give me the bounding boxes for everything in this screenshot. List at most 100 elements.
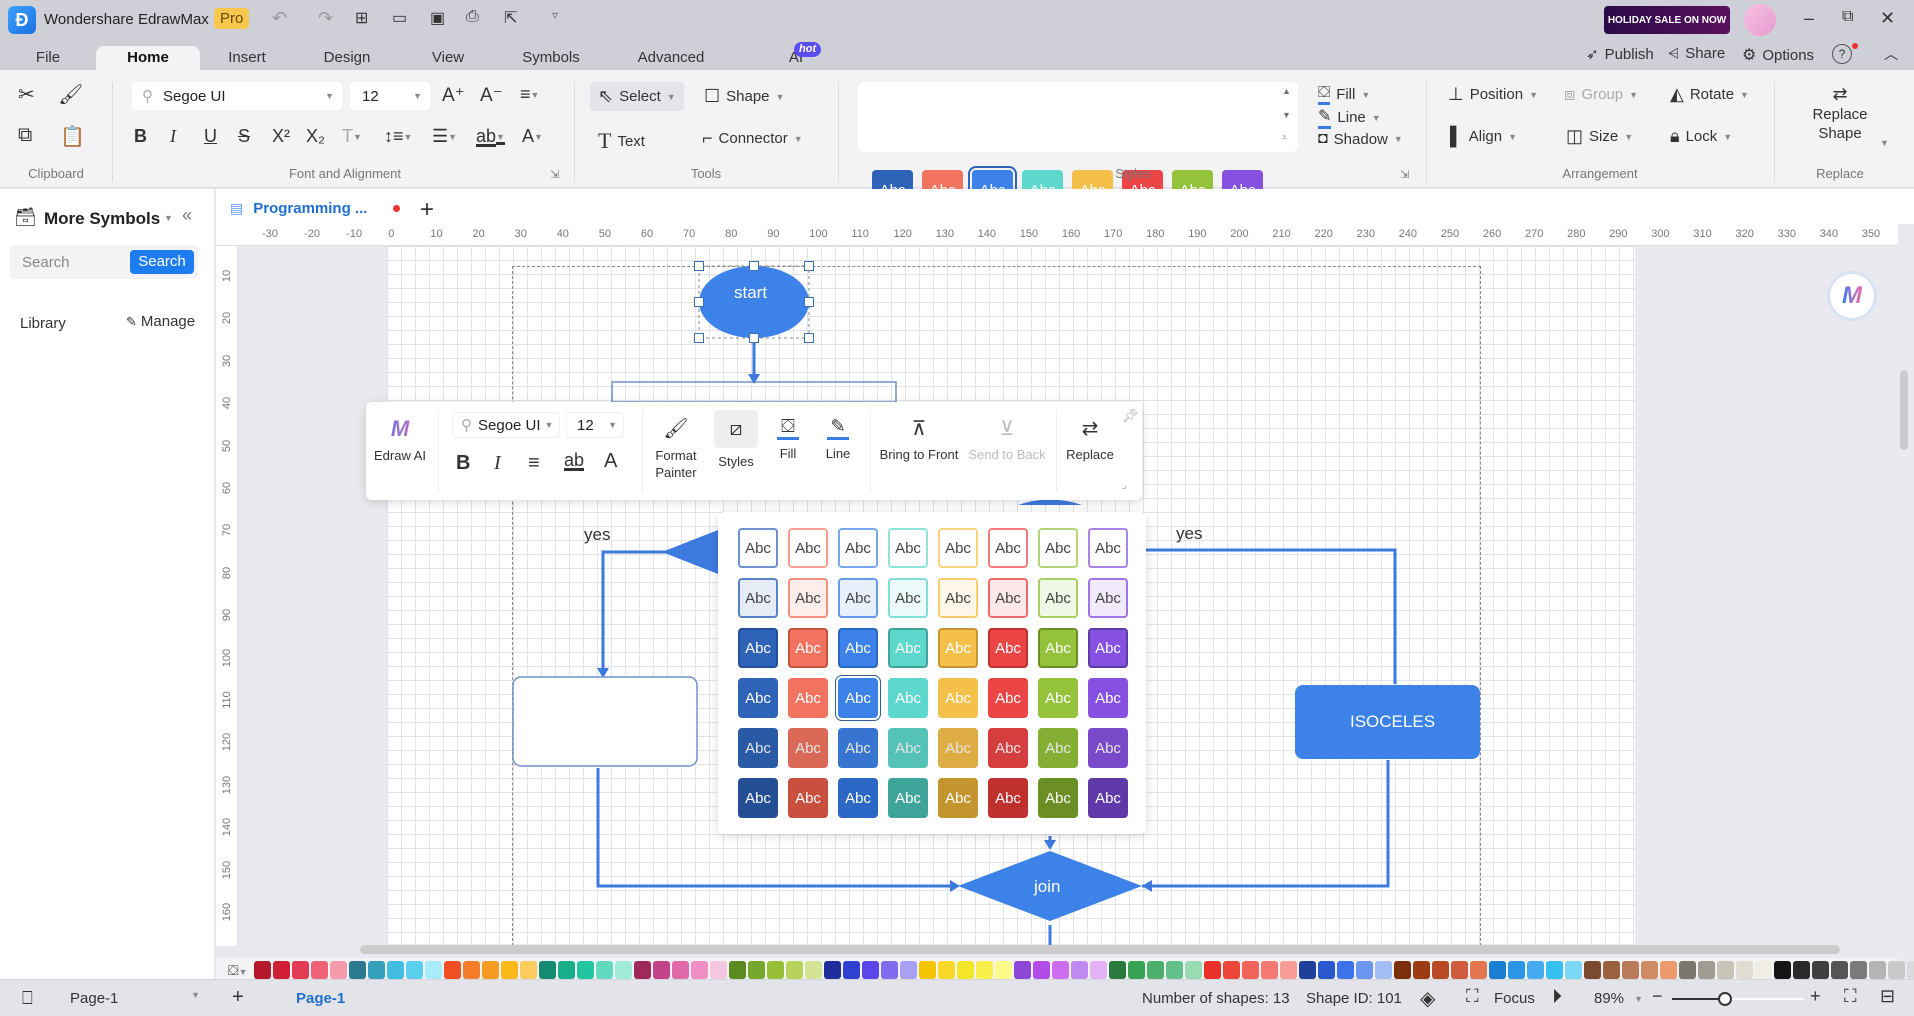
style-gallery-item[interactable]: Abc <box>1038 528 1078 568</box>
start-label[interactable]: start <box>734 283 767 303</box>
style-gallery-item[interactable]: Abc <box>788 728 828 768</box>
palette-color[interactable] <box>1830 961 1848 979</box>
palette-color[interactable] <box>1146 961 1164 979</box>
palette-color[interactable] <box>576 961 594 979</box>
style-gallery-item[interactable]: Abc <box>838 528 878 568</box>
style-gallery-item[interactable]: Abc <box>1088 628 1128 668</box>
palette-color[interactable] <box>1849 961 1867 979</box>
palette-color[interactable] <box>709 961 727 979</box>
style-gallery-item[interactable]: Abc <box>738 778 778 818</box>
style-gallery-item[interactable]: Abc <box>738 578 778 618</box>
style-gallery-item[interactable]: Abc <box>1038 728 1078 768</box>
palette-color[interactable] <box>1602 961 1620 979</box>
resize-handle[interactable] <box>804 261 814 271</box>
fit-width-icon[interactable]: ⊟ <box>1880 986 1895 1007</box>
palette-color[interactable] <box>1165 961 1183 979</box>
palette-color[interactable] <box>1450 961 1468 979</box>
style-gallery-item[interactable]: Abc <box>938 628 978 668</box>
palette-color[interactable] <box>1089 961 1107 979</box>
style-gallery-item[interactable]: Abc <box>988 628 1028 668</box>
resize-handle[interactable] <box>804 297 814 307</box>
palette-color[interactable] <box>842 961 860 979</box>
palette-color[interactable] <box>1336 961 1354 979</box>
palette-color[interactable] <box>899 961 917 979</box>
palette-color[interactable] <box>1412 961 1430 979</box>
style-gallery-item[interactable]: Abc <box>738 528 778 568</box>
palette-color[interactable] <box>1792 961 1810 979</box>
style-gallery-item[interactable]: Abc <box>788 678 828 718</box>
edraw-ai-button[interactable]: M Edraw AI <box>370 416 430 463</box>
font-color-icon[interactable]: A <box>604 450 617 473</box>
style-gallery-item[interactable]: Abc <box>888 578 928 618</box>
palette-color[interactable] <box>1906 961 1914 979</box>
resize-handle[interactable] <box>804 333 814 343</box>
yes-label-left[interactable]: yes <box>584 525 610 545</box>
resize-handle[interactable] <box>749 261 759 271</box>
palette-color[interactable] <box>1013 961 1031 979</box>
palette-color[interactable] <box>1507 961 1525 979</box>
palette-color[interactable] <box>1564 961 1582 979</box>
style-gallery-item[interactable]: Abc <box>988 578 1028 618</box>
style-gallery-item[interactable]: Abc <box>938 778 978 818</box>
palette-color[interactable] <box>291 961 309 979</box>
palette-color[interactable] <box>975 961 993 979</box>
resize-handle[interactable] <box>694 261 704 271</box>
palette-color[interactable] <box>1640 961 1658 979</box>
palette-color[interactable] <box>1184 961 1202 979</box>
palette-color[interactable] <box>481 961 499 979</box>
palette-color[interactable] <box>614 961 632 979</box>
palette-color[interactable] <box>1678 961 1696 979</box>
palette-color[interactable] <box>1754 961 1772 979</box>
style-gallery-item[interactable]: Abc <box>788 778 828 818</box>
palette-color[interactable] <box>1051 961 1069 979</box>
palette-color[interactable] <box>557 961 575 979</box>
style-gallery-item[interactable]: Abc <box>888 678 928 718</box>
resize-corner-icon[interactable]: ⌟ <box>1122 480 1127 491</box>
palette-color[interactable] <box>823 961 841 979</box>
style-gallery-item[interactable]: Abc <box>838 628 878 668</box>
style-gallery-item[interactable]: Abc <box>1088 778 1128 818</box>
style-gallery-item[interactable]: Abc <box>888 728 928 768</box>
palette-color[interactable] <box>272 961 290 979</box>
style-gallery-item[interactable]: Abc <box>1088 578 1128 618</box>
palette-color[interactable] <box>880 961 898 979</box>
style-gallery-item[interactable]: Abc <box>1088 728 1128 768</box>
palette-color[interactable] <box>1431 961 1449 979</box>
page-panel-icon[interactable]: ⎕ <box>22 988 33 1009</box>
palette-color[interactable] <box>652 961 670 979</box>
palette-color[interactable] <box>1374 961 1392 979</box>
style-gallery-item[interactable]: Abc <box>1088 678 1128 718</box>
palette-color[interactable] <box>1241 961 1259 979</box>
palette-color[interactable] <box>766 961 784 979</box>
replace-button[interactable]: ⇄ Replace <box>1062 416 1118 462</box>
join-label[interactable]: join <box>1034 877 1060 897</box>
style-gallery-item[interactable]: Abc <box>1088 528 1128 568</box>
style-gallery-item[interactable]: Abc <box>888 628 928 668</box>
palette-color[interactable] <box>690 961 708 979</box>
palette-color[interactable] <box>595 961 613 979</box>
palette-color[interactable] <box>1298 961 1316 979</box>
palette-color[interactable] <box>1773 961 1791 979</box>
float-font-size-select[interactable]: 12 ▼ <box>566 412 624 438</box>
palette-color[interactable] <box>405 961 423 979</box>
send-to-back-button[interactable]: ⊻ Send to Back <box>964 416 1050 462</box>
palette-color[interactable] <box>253 961 271 979</box>
palette-color[interactable] <box>1222 961 1240 979</box>
style-gallery-item[interactable]: Abc <box>938 528 978 568</box>
palette-color[interactable] <box>747 961 765 979</box>
style-gallery-item[interactable]: Abc <box>788 628 828 668</box>
palette-color[interactable] <box>1393 961 1411 979</box>
palette-color[interactable] <box>1545 961 1563 979</box>
style-gallery-item[interactable]: Abc <box>738 728 778 768</box>
palette-color[interactable] <box>1203 961 1221 979</box>
palette-color[interactable] <box>1659 961 1677 979</box>
zoom-slider[interactable] <box>1672 992 1804 1006</box>
style-gallery-item[interactable]: Abc <box>1038 678 1078 718</box>
page-tab-active[interactable]: Page-1 <box>296 990 345 1007</box>
palette-color[interactable] <box>1526 961 1544 979</box>
palette-color[interactable] <box>918 961 936 979</box>
palette-color[interactable] <box>671 961 689 979</box>
resize-handle[interactable] <box>694 297 704 307</box>
add-page-icon[interactable]: + <box>232 986 244 1009</box>
style-gallery-item[interactable]: Abc <box>838 778 878 818</box>
